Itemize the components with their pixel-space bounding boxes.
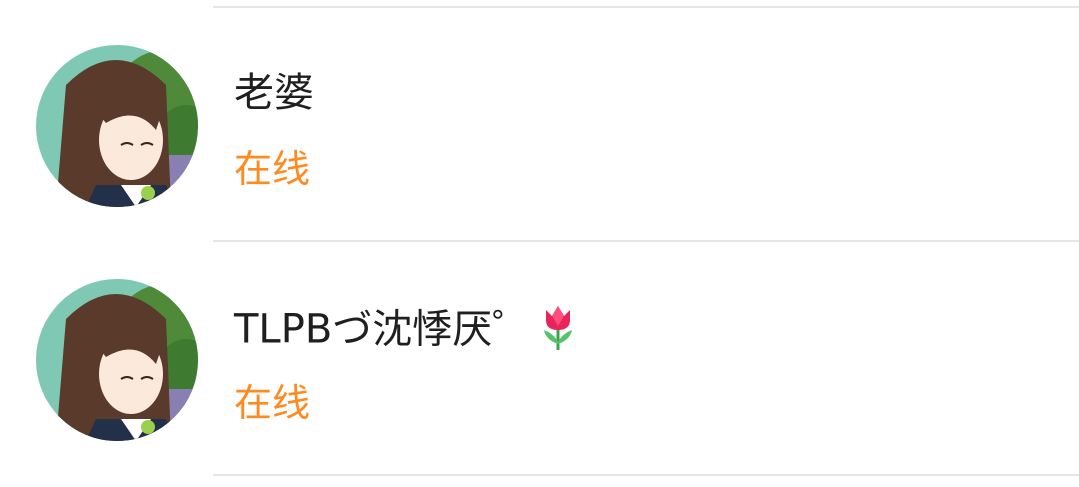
contact-name: 老婆	[234, 70, 314, 116]
online-status: 在线	[234, 147, 311, 191]
anime-girl-avatar-icon	[36, 279, 198, 441]
contact-row[interactable]: TLPBづ沈悸厌゜ 在线	[0, 242, 1079, 474]
contact-name: TLPBづ沈悸厌゜	[234, 304, 576, 359]
anime-girl-avatar-icon	[36, 45, 198, 207]
divider	[213, 474, 1079, 476]
contact-row[interactable]: 老婆 在线	[0, 8, 1079, 240]
contact-name-text: TLPBづ沈悸厌゜	[234, 306, 533, 353]
tulip-icon	[540, 304, 576, 359]
avatar[interactable]	[36, 45, 198, 207]
avatar[interactable]	[36, 279, 198, 441]
contact-list: 老婆 在线 TLPBづ沈悸厌゜ 在线	[0, 0, 1079, 487]
online-status: 在线	[234, 381, 311, 425]
